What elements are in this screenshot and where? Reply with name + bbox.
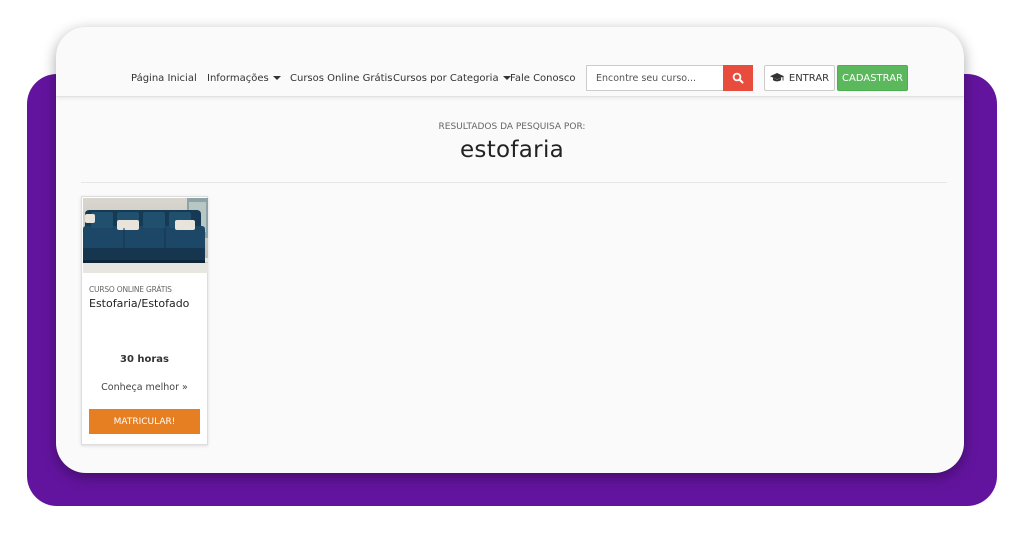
learn-more-link[interactable]: Conheça melhor » — [82, 382, 207, 393]
login-label: ENTRAR — [788, 72, 830, 84]
results-label: RESULTADOS DA PESQUISA POR: — [438, 122, 586, 132]
search-button[interactable] — [723, 65, 753, 91]
nav-info-label: Informações — [207, 73, 269, 84]
nav-info[interactable]: Informações — [207, 60, 281, 97]
search-input[interactable] — [586, 65, 723, 91]
nav-categories-label: Cursos por Categoria — [393, 73, 499, 84]
divider — [81, 182, 947, 183]
course-title[interactable]: Estofaria/Estofado — [89, 297, 189, 310]
graduation-cap-icon — [769, 73, 784, 82]
search-term: estofaria — [459, 137, 565, 163]
browser-window: Página Inicial Informações Cursos Online… — [56, 27, 964, 473]
nav-home[interactable]: Página Inicial — [131, 60, 197, 97]
enroll-button[interactable]: MATRICULAR! — [89, 409, 200, 434]
nav-categories[interactable]: Cursos por Categoria — [393, 60, 511, 97]
nav-free-courses[interactable]: Cursos Online Grátis — [290, 60, 392, 97]
login-button[interactable]: ENTRAR — [764, 65, 835, 91]
search-icon — [732, 72, 744, 84]
nav-contact[interactable]: Fale Conosco — [510, 60, 575, 97]
signup-button[interactable]: CADASTRAR — [837, 65, 908, 91]
course-image[interactable] — [83, 198, 208, 273]
sofa-photo — [83, 198, 208, 273]
course-hours: 30 horas — [119, 354, 170, 365]
course-card: CURSO ONLINE GRÁTIS Estofaria/Estofado 3… — [81, 196, 208, 445]
navbar: Página Inicial Informações Cursos Online… — [56, 60, 964, 97]
caret-down-icon — [272, 76, 281, 80]
course-tag: CURSO ONLINE GRÁTIS — [89, 285, 172, 294]
